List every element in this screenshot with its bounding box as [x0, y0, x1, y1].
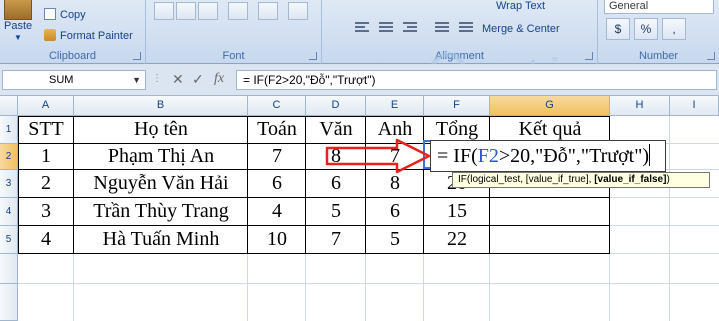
- row-header-3[interactable]: 3: [0, 170, 18, 198]
- font-group: Font: [146, 0, 322, 64]
- cell-c5[interactable]: 10: [248, 225, 306, 253]
- edit-reference: F2: [477, 145, 499, 167]
- formula-bar: SUM ▼ ⋮ ✕ ✓ fx = IF(F2>20,"Đỗ","Trượt"): [0, 64, 719, 96]
- name-box[interactable]: SUM ▼: [2, 70, 146, 90]
- italic-button[interactable]: [176, 2, 196, 20]
- column-header-b[interactable]: B: [74, 96, 248, 116]
- cell-e5[interactable]: 5: [366, 225, 424, 253]
- insert-function-icon[interactable]: fx: [214, 71, 224, 87]
- copy-icon: [44, 8, 56, 20]
- cell-f5[interactable]: 22: [424, 225, 490, 253]
- cell-b3[interactable]: Nguyễn Văn Hải: [74, 169, 248, 197]
- edit-suffix: >20,"Đỗ","Trượt"): [498, 145, 650, 167]
- align-center-icon[interactable]: [376, 18, 398, 38]
- format-painter-icon: [44, 29, 56, 41]
- percent-button[interactable]: %: [634, 18, 658, 40]
- cell-f4[interactable]: 15: [424, 197, 490, 225]
- cell-c2[interactable]: 7: [248, 142, 306, 170]
- tooltip-args: IF(logical_test, [value_if_true],: [458, 174, 595, 185]
- header-toan[interactable]: Toán: [248, 115, 306, 143]
- column-header-i[interactable]: I: [670, 96, 719, 116]
- clipboard-launcher-icon[interactable]: [133, 52, 141, 60]
- font-group-label: Font: [222, 50, 245, 62]
- row-header-2[interactable]: 2: [0, 144, 18, 170]
- cell-b4[interactable]: Trần Thùy Trang: [74, 197, 248, 225]
- cell-a5[interactable]: 4: [18, 225, 74, 253]
- column-header-f[interactable]: F: [424, 96, 490, 116]
- number-format-select[interactable]: General: [604, 0, 714, 14]
- name-box-value: SUM: [49, 74, 74, 86]
- cell-a3[interactable]: 2: [18, 169, 74, 197]
- row-header-4[interactable]: 4: [0, 198, 18, 226]
- edit-prefix: = IF(: [437, 145, 478, 167]
- header-stt[interactable]: STT: [18, 115, 74, 143]
- clipboard-group: Paste ▼ Copy Format Painter Clipboard: [0, 0, 146, 64]
- cell-b2[interactable]: Phạm Thị An: [74, 142, 248, 170]
- format-painter-label: Format Painter: [60, 30, 133, 42]
- align-left-icon[interactable]: [352, 18, 374, 38]
- column-header-d[interactable]: D: [306, 96, 366, 116]
- wrap-text-button[interactable]: Wrap Text: [496, 0, 545, 12]
- copy-button[interactable]: Copy: [44, 8, 86, 21]
- cell-b5[interactable]: Hà Tuấn Minh: [74, 225, 248, 253]
- column-header-g[interactable]: G: [490, 96, 610, 116]
- column-header-a[interactable]: A: [18, 96, 74, 116]
- cell-a4[interactable]: 3: [18, 197, 74, 225]
- bold-button[interactable]: [154, 2, 174, 20]
- formula-buttons: ⋮ ✕ ✓ fx: [152, 70, 234, 90]
- function-tooltip: IF(logical_test, [value_if_true], [value…: [452, 172, 710, 188]
- header-ket-qua[interactable]: Kết quả: [490, 115, 610, 143]
- grip-icon: ⋮: [152, 73, 162, 84]
- column-header-c[interactable]: C: [248, 96, 306, 116]
- decrease-indent-icon[interactable]: [432, 18, 454, 38]
- row-header-5[interactable]: 5: [0, 226, 18, 254]
- clipboard-group-label: Clipboard: [48, 50, 97, 62]
- cell-c4[interactable]: 4: [248, 197, 306, 225]
- cell-g2-editor[interactable]: = IF(F2>20,"Đỗ","Trượt"): [430, 140, 666, 172]
- comma-button[interactable]: ,: [662, 18, 686, 40]
- fill-color-button[interactable]: [258, 2, 278, 20]
- number-launcher-icon[interactable]: [707, 52, 715, 60]
- paste-dropdown-icon[interactable]: ▼: [14, 33, 22, 42]
- cell-d4[interactable]: 5: [306, 197, 366, 225]
- paste-icon[interactable]: [4, 0, 32, 20]
- enter-icon[interactable]: ✓: [192, 71, 204, 88]
- font-launcher-icon[interactable]: [309, 52, 317, 60]
- tooltip-active-arg: [value_if_false]: [594, 174, 667, 185]
- cell-e4[interactable]: 6: [366, 197, 424, 225]
- align-right-icon[interactable]: [400, 18, 422, 38]
- underline-button[interactable]: [198, 2, 218, 20]
- red-arrow-icon: [325, 138, 431, 174]
- border-button[interactable]: [228, 2, 248, 20]
- cancel-icon[interactable]: ✕: [172, 71, 184, 88]
- text-cursor: [649, 144, 651, 166]
- font-color-button[interactable]: [288, 2, 308, 20]
- format-painter-button[interactable]: Format Painter: [44, 29, 133, 42]
- currency-button[interactable]: $: [606, 18, 630, 40]
- row-header-6[interactable]: [0, 254, 18, 284]
- row-header-1[interactable]: 1: [0, 116, 18, 144]
- row-header-7[interactable]: [0, 284, 18, 321]
- name-box-dropdown-icon[interactable]: ▼: [132, 71, 141, 89]
- column-header-h[interactable]: H: [610, 96, 670, 116]
- copy-label: Copy: [60, 9, 86, 21]
- column-header-e[interactable]: E: [366, 96, 424, 116]
- select-all-corner[interactable]: [0, 96, 18, 116]
- cell-a2[interactable]: 1: [18, 142, 74, 170]
- merge-center-button[interactable]: Merge & Center: [482, 23, 560, 35]
- formula-input[interactable]: = IF(F2>20,"Đỗ","Trượt"): [236, 70, 717, 90]
- cell-c3[interactable]: 6: [248, 169, 306, 197]
- paste-button[interactable]: Paste: [4, 20, 32, 32]
- header-ho-ten[interactable]: Họ tên: [74, 115, 248, 143]
- tooltip-end: ): [666, 174, 670, 185]
- cell-d5[interactable]: 7: [306, 225, 366, 253]
- increase-indent-icon[interactable]: [456, 18, 478, 38]
